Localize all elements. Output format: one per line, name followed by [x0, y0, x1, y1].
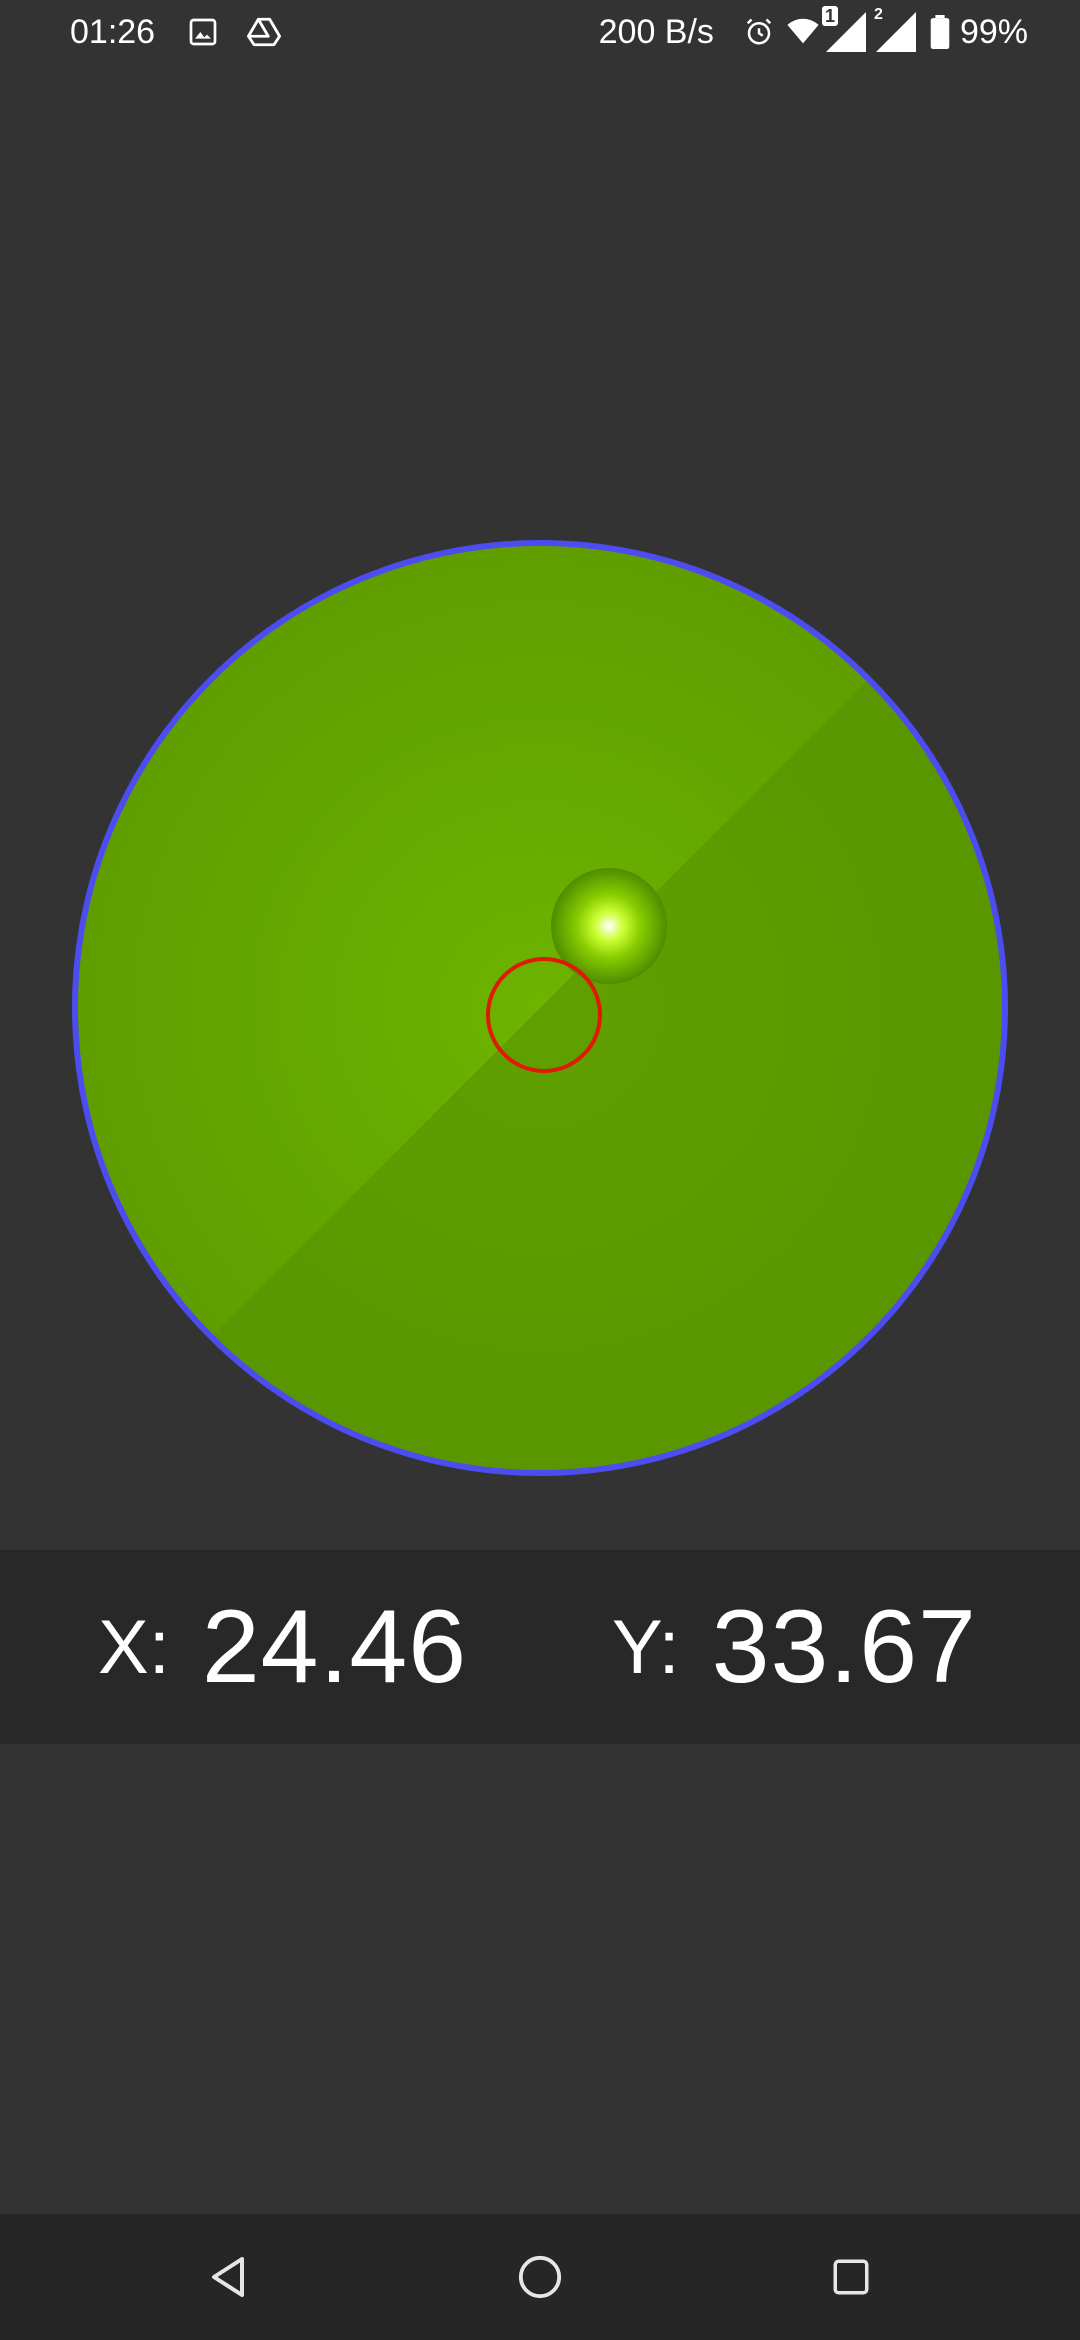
- clock: 01:26: [70, 12, 156, 51]
- y-label: Y:: [612, 1604, 680, 1690]
- image-icon: [187, 16, 219, 48]
- y-value: 33.67: [711, 1588, 977, 1705]
- back-button[interactable]: [195, 2244, 261, 2310]
- sim2-badge: 2: [873, 6, 883, 23]
- home-button[interactable]: [507, 2244, 573, 2310]
- x-value: 24.46: [201, 1588, 468, 1705]
- signal-icon: 1: [821, 6, 868, 52]
- navigation-bar: [0, 2214, 1080, 2340]
- x-readout: X: 24.46: [98, 1550, 467, 1744]
- bubble-level: [62, 530, 1018, 1486]
- level-graphic: [72, 540, 1008, 1476]
- battery-percent: 99%: [959, 12, 1028, 51]
- home-icon: [518, 2255, 562, 2299]
- network-speed: 200 B/s: [598, 12, 714, 51]
- signal-icon: 2: [874, 6, 918, 52]
- x-label: X:: [98, 1604, 170, 1690]
- status-bar: 01:26 200 B/s 1 2 99%: [0, 0, 1080, 64]
- tilt-readout: X: 24.46 Y: 33.67: [0, 1550, 1080, 1744]
- recents-icon: [833, 2259, 869, 2295]
- recents-button[interactable]: [818, 2244, 884, 2310]
- battery-icon: [930, 15, 950, 49]
- back-icon: [212, 2257, 244, 2297]
- wifi-icon: [786, 17, 820, 47]
- alarm-icon: [744, 17, 774, 47]
- status-bar-left: 01:26: [70, 12, 282, 52]
- status-bar-right: 200 B/s 1 2 99%: [598, 6, 1028, 52]
- y-readout: Y: 33.67: [612, 1550, 977, 1744]
- drive-icon: [247, 16, 282, 48]
- sim1-badge: 1: [821, 6, 838, 26]
